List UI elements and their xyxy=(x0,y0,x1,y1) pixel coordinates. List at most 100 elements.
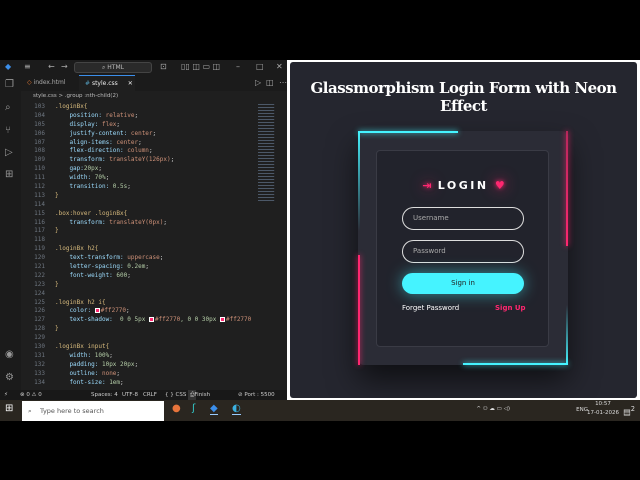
account-icon[interactable]: ◉ xyxy=(5,349,14,360)
neon-border-cyan-top xyxy=(358,131,458,133)
line-number: 111 xyxy=(34,174,45,182)
activity-bar: ❐ ⌕ ⑂ ▷ ⊞ ◉ ⚙ xyxy=(0,75,21,390)
command-center-search[interactable]: ⌕ HTML xyxy=(74,62,152,73)
line-number: 118 xyxy=(34,236,45,244)
line-number: 109 xyxy=(34,156,45,164)
code-token: } xyxy=(55,227,59,235)
vscode-logo-icon: ◆ xyxy=(5,62,12,71)
breadcrumb-file[interactable]: style.css xyxy=(33,93,57,99)
language-mode[interactable]: { } CSS xyxy=(165,390,186,400)
code-line: 104 position: relative; xyxy=(21,112,257,121)
remote-icon[interactable]: ⚡ xyxy=(4,390,8,400)
edge-taskbar-icon[interactable]: ◐ xyxy=(232,403,241,415)
clock-date[interactable]: 17-01-2026 xyxy=(586,410,620,416)
search-icon[interactable]: ⌕ xyxy=(5,102,11,113)
line-number: 117 xyxy=(34,227,45,235)
indentation[interactable]: Spaces: 4 xyxy=(91,390,118,400)
layout-icon[interactable]: ▯▯ ◫ ▭ ◫ xyxy=(181,62,220,71)
source-control-icon[interactable]: ⑂ xyxy=(5,125,11,136)
line-number: 130 xyxy=(34,343,45,351)
sign-up-link[interactable]: Sign Up xyxy=(495,304,526,312)
browser-preview: Glassmorphism Login Form with Neon Effec… xyxy=(287,60,640,400)
title-bar: ◆ ≡ ← → ⌕ HTML ⊡ ▯▯ ◫ ▭ ◫ – □ ✕ xyxy=(0,60,287,75)
code-token: justify-content: xyxy=(55,129,131,137)
code-token: translateY(0px) xyxy=(109,218,164,226)
live-server-port[interactable]: ⊘ Port : 5500 xyxy=(238,390,275,400)
encoding[interactable]: UTF-8 xyxy=(122,390,138,400)
code-line: 109 transform: translateY(126px); xyxy=(21,156,257,165)
notification-icon[interactable]: ▤2 xyxy=(623,405,635,417)
more-actions-icon[interactable]: ⋯ xyxy=(279,78,287,87)
code-token: #ff2770 xyxy=(100,307,127,315)
problems-count[interactable]: ⊗ 0 ⚠ 0 xyxy=(20,390,42,400)
code-token: ; xyxy=(116,369,121,377)
taskbar-search[interactable]: ⌕ Type here to search xyxy=(22,401,164,421)
breadcrumb-symbol[interactable]: .group :nth-child(2) xyxy=(65,93,118,99)
minimap[interactable] xyxy=(258,103,275,203)
code-token: 0.5s xyxy=(112,183,128,191)
back-icon[interactable]: ← xyxy=(48,62,55,71)
tray-icons[interactable]: ^ ⚇ ☁ ▭ ◁) xyxy=(476,406,510,412)
copilot-icon[interactable]: ⊡ xyxy=(160,62,167,71)
code-token: display: xyxy=(55,120,102,128)
app-icon-1[interactable]: ● xyxy=(172,403,181,414)
line-number: 131 xyxy=(34,351,45,359)
clock-time[interactable]: 10:57 xyxy=(590,401,616,407)
explorer-icon[interactable]: ❐ xyxy=(5,79,14,90)
menu-icon[interactable]: ≡ xyxy=(24,62,31,71)
neon-border-cyan-left xyxy=(358,131,360,231)
close-window-icon[interactable]: ✕ xyxy=(276,62,283,71)
breadcrumb-separator: > xyxy=(58,93,64,99)
code-line: 108 flex-direction: column; xyxy=(21,147,257,156)
code-token: ; xyxy=(134,360,139,368)
forget-password-link[interactable]: Forget Password xyxy=(402,304,459,312)
code-line: 134 font-size: 1em; xyxy=(21,379,257,388)
code-token: text-shadow: xyxy=(55,316,121,324)
tab-style-css[interactable]: # style.css ✕ xyxy=(79,75,135,91)
taskbar: ⊞ ⌕ Type here to search ● ʃ ◆ ◐ ^ ⚇ ☁ ▭ … xyxy=(0,400,640,421)
code-token: } xyxy=(55,280,59,288)
close-tab-icon[interactable]: ✕ xyxy=(128,80,133,87)
color-swatch[interactable] xyxy=(94,308,100,314)
line-number: 108 xyxy=(34,147,45,155)
code-line: 118 xyxy=(21,236,257,245)
run-icon[interactable]: ▷ xyxy=(255,78,261,87)
code-line: 114 xyxy=(21,201,257,210)
code-token: ; xyxy=(105,174,110,182)
split-editor-icon[interactable]: ◫ xyxy=(266,78,274,87)
password-input[interactable]: Password xyxy=(402,240,524,263)
username-input[interactable]: Username xyxy=(402,207,524,230)
code-token: transform: xyxy=(55,218,110,226)
tab-index-html[interactable]: ◇ index.html xyxy=(21,75,77,91)
maximize-icon[interactable]: □ xyxy=(256,62,264,71)
run-debug-icon[interactable]: ▷ xyxy=(5,147,13,158)
code-token: ; xyxy=(138,138,142,146)
code-editor[interactable]: 103 .loginBx{104 position: relative; 105 d… xyxy=(21,103,257,389)
app-icon-2[interactable]: ʃ xyxy=(192,403,195,414)
code-token: font-weight: xyxy=(55,271,117,279)
code-line: 125 .loginBx h2 i{ xyxy=(21,299,257,308)
code-line: 111 width: 70%; xyxy=(21,174,257,183)
windows-start-icon[interactable]: ⊞ xyxy=(5,403,13,414)
code-line: 120 text-transform: uppercase; xyxy=(21,254,257,263)
vscode-taskbar-icon[interactable]: ◆ xyxy=(210,403,218,415)
code-token: #ff2770 xyxy=(225,316,252,324)
color-swatch[interactable] xyxy=(219,317,225,323)
command-center-label: HTML xyxy=(107,64,124,71)
code-token: .loginBx h2{ xyxy=(55,245,99,253)
sign-in-button[interactable]: Sign in xyxy=(402,273,524,294)
username-placeholder: Username xyxy=(413,214,449,222)
code-line: 133 outline: none; xyxy=(21,370,257,379)
line-ending[interactable]: CRLF xyxy=(143,390,157,400)
code-token: ; xyxy=(126,307,130,315)
code-line: 132 padding: 10px 20px; xyxy=(21,361,257,370)
line-number: 106 xyxy=(34,129,45,137)
code-token: #ff2770 xyxy=(154,316,181,324)
extensions-icon[interactable]: ⊞ xyxy=(5,169,13,180)
settings-gear-icon[interactable]: ⚙ xyxy=(5,372,14,383)
finish-setup-button[interactable]: ⎙ Finish Setup xyxy=(188,390,210,408)
minimize-icon[interactable]: – xyxy=(236,62,240,71)
color-swatch[interactable] xyxy=(148,317,154,323)
code-token: outline: xyxy=(55,369,102,377)
forward-icon[interactable]: → xyxy=(61,62,68,71)
